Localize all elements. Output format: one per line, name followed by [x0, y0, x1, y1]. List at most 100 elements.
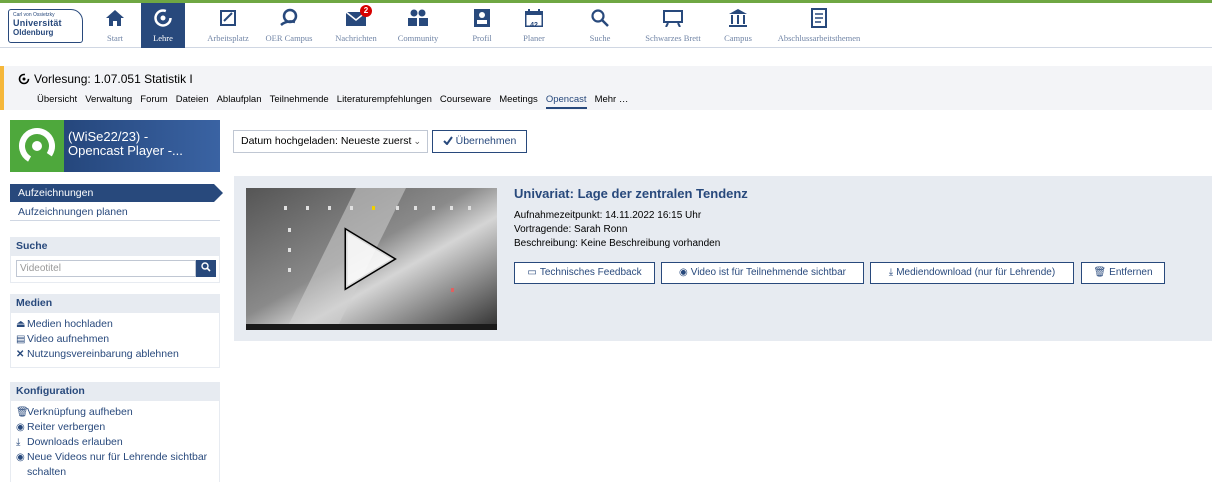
tab-dateien[interactable]: Dateien [176, 94, 209, 107]
visibility-label: Video ist für Teilnehmende sichtbar [690, 267, 846, 278]
chevron-down-icon: ⌄ [413, 136, 421, 146]
media-download-button[interactable]: ⤓ Mediendownload (nur für Lehrende) [870, 262, 1074, 284]
nav-nachrichten[interactable]: 2 Nachrichten [330, 3, 382, 48]
allow-downloads-link[interactable]: ⤓ Downloads erlauben [16, 435, 214, 450]
sidebar-item-aufzeichnungen-planen[interactable]: Aufzeichnungen planen [10, 203, 220, 221]
upload-media-link[interactable]: ⏏ Medien hochladen [16, 317, 214, 332]
profile-icon [468, 3, 496, 33]
episode-recorded: Aufnahmezeitpunkt: 14.11.2022 16:15 Uhr [514, 210, 702, 221]
medien-heading: Medien [10, 294, 220, 313]
remove-button[interactable]: 🗑 Entfernen [1081, 262, 1165, 284]
blackboard-icon [637, 3, 709, 33]
university-logo[interactable]: Carl von Ossietzky Universität Oldenburg [8, 9, 83, 43]
apply-label: Übernehmen [455, 135, 517, 147]
decline-terms-label: Nutzungsvereinbarung ablehnen [27, 348, 179, 360]
opencast-player-box: (WiSe22/23) - Opencast Player -... [10, 120, 220, 172]
tab-literaturempfehlungen[interactable]: Literaturempfehlungen [337, 94, 432, 107]
close-icon: ✕ [16, 349, 25, 360]
tab-verwaltung[interactable]: Verwaltung [85, 94, 132, 107]
nav-oer-campus[interactable]: OER Campus [264, 3, 314, 48]
tab-uebersicht[interactable]: Übersicht [37, 94, 77, 107]
nav-label: Abschlussarbeitsthemen [777, 33, 861, 43]
trash-icon: 🗑 [16, 407, 29, 418]
feedback-icon: ▭ [527, 267, 537, 278]
nav-campus[interactable]: Campus [718, 3, 758, 48]
remove-label: Entfernen [1109, 267, 1153, 278]
tab-courseware[interactable]: Courseware [440, 94, 491, 107]
decline-terms-link[interactable]: ✕ Nutzungsvereinbarung ablehnen [16, 347, 214, 362]
course-title: Vorlesung: 1.07.051 Statistik I [18, 72, 193, 88]
allow-downloads-label: Downloads erlauben [27, 436, 123, 448]
unlink-link[interactable]: 🗑Verknüpfung aufheben [16, 405, 214, 420]
nav-label: Schwarzes Brett [645, 33, 701, 43]
community-icon [392, 3, 444, 33]
search-heading: Suche [10, 237, 220, 256]
video-preview-image [246, 188, 497, 330]
tab-ablaufplan[interactable]: Ablaufplan [217, 94, 262, 107]
eye-icon: ◉ [16, 422, 25, 433]
course-header: Vorlesung: 1.07.051 Statistik I Übersich… [0, 66, 1212, 110]
tab-opencast[interactable]: Opencast [545, 94, 587, 109]
nav-start[interactable]: Start [96, 3, 134, 48]
sidebar-item-aufzeichnungen[interactable]: Aufzeichnungen [10, 184, 223, 202]
unlink-label: Verknüpfung aufheben [27, 406, 133, 418]
thesis-icon [770, 3, 868, 33]
tab-forum[interactable]: Forum [140, 94, 167, 107]
search-body [10, 256, 220, 283]
calendar-day: 42 [530, 22, 538, 29]
technical-feedback-button[interactable]: ▭ Technisches Feedback [514, 262, 655, 284]
nav-arbeitsplatz[interactable]: Arbeitsplatz [206, 3, 250, 48]
nav-label: Start [106, 33, 124, 43]
tab-mehr[interactable]: Mehr … [595, 94, 629, 107]
tab-teilnehmende[interactable]: Teilnehmende [270, 94, 329, 107]
search-icon [583, 3, 617, 33]
home-icon [96, 3, 134, 33]
new-videos-visibility-label: Neue Videos nur für Lehrende sichtbar [27, 451, 208, 463]
nav-label: Arbeitsplatz [207, 33, 249, 43]
konfiguration-widget: Konfiguration 🗑Verknüpfung aufheben ◉ Rei… [10, 382, 220, 482]
eye-icon: ◉ [16, 452, 25, 463]
video-thumbnail[interactable] [246, 188, 497, 330]
hide-tab-label: Reiter verbergen [27, 421, 106, 433]
opencast-icon [18, 73, 30, 88]
eye-icon: ◉ [678, 267, 688, 278]
campus-icon [718, 3, 758, 33]
episode-description: Beschreibung: Keine Beschreibung vorhand… [514, 238, 721, 249]
nav-suche[interactable]: Suche [583, 3, 617, 48]
sort-order-select[interactable]: Datum hochgeladen: Neueste zuerst ⌄ [233, 130, 428, 153]
nav-profil[interactable]: Profil [468, 3, 496, 48]
technical-feedback-label: Technisches Feedback [539, 267, 642, 278]
course-title-text: Vorlesung: 1.07.051 Statistik I [34, 72, 193, 86]
konfiguration-body: 🗑Verknüpfung aufheben ◉ Reiter verbergen … [10, 401, 220, 482]
episode-presenter: Vortragende: Sarah Ronn [514, 224, 628, 235]
new-videos-visibility-link-cont[interactable]: schalten [16, 465, 214, 479]
episode-title: Univariat: Lage der zentralen Tendenz [514, 186, 748, 201]
nav-lehre[interactable]: Lehre [141, 3, 185, 48]
tab-meetings[interactable]: Meetings [499, 94, 538, 107]
record-video-label: Video aufnehmen [27, 333, 110, 345]
record-video-icon: ▤ [16, 334, 26, 345]
opencast-lehre-icon [141, 3, 185, 33]
download-icon: ⤓ [888, 267, 894, 278]
video-title-search-input[interactable] [16, 260, 196, 277]
konfiguration-heading: Konfiguration [10, 382, 220, 401]
search-submit-button[interactable] [196, 260, 216, 277]
new-videos-visibility-link[interactable]: ◉ Neue Videos nur für Lehrende sichtbar [16, 450, 214, 465]
unread-badge: 2 [360, 5, 372, 17]
hide-tab-link[interactable]: ◉ Reiter verbergen [16, 420, 214, 435]
apply-button[interactable]: Übernehmen [432, 130, 527, 153]
download-icon: ⤓ [16, 437, 21, 448]
nav-label: Planer [523, 33, 545, 43]
media-download-label: Mediendownload (nur für Lehrende) [896, 267, 1056, 278]
nav-label: Campus [724, 33, 752, 43]
nav-schwarzes-brett[interactable]: Schwarzes Brett [637, 3, 709, 48]
nav-abschlussarbeitsthemen[interactable]: Abschlussarbeitsthemen [770, 3, 868, 48]
visibility-button[interactable]: ◉ Video ist für Teilnehmende sichtbar [661, 262, 864, 284]
nav-community[interactable]: Community [392, 3, 444, 48]
sort-order-value: Datum hochgeladen: Neueste zuerst [241, 135, 412, 147]
record-video-link[interactable]: ▤ Video aufnehmen [16, 332, 214, 347]
check-icon [442, 136, 453, 146]
top-navigation: Carl von Ossietzky Universität Oldenburg… [0, 0, 1212, 48]
mail-icon: 2 [344, 3, 372, 33]
medien-widget: Medien ⏏ Medien hochladen ▤ Video aufnehme… [10, 294, 220, 368]
